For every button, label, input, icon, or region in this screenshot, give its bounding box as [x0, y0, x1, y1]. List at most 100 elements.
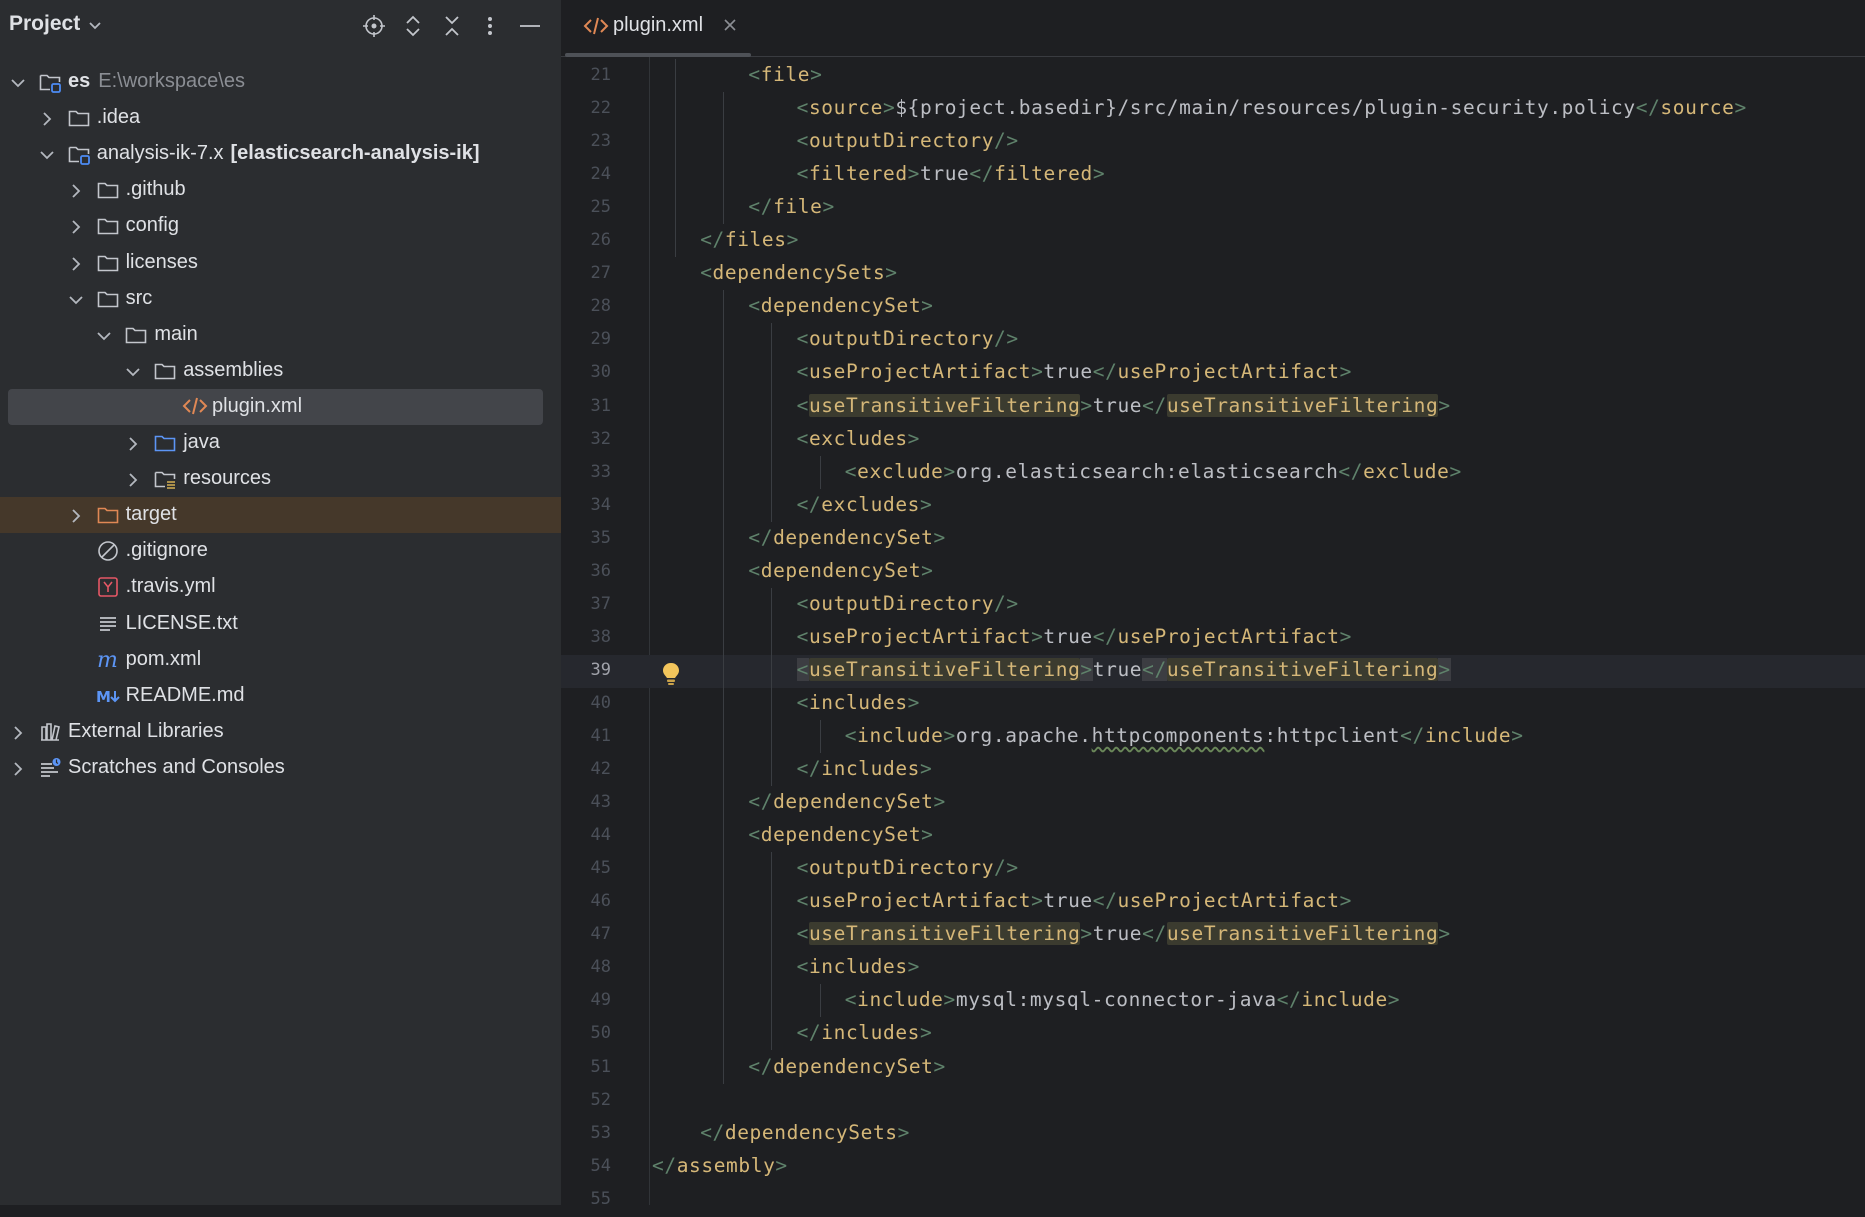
code-line[interactable]: 49 <include>mysql:mysql-connector-java</i…: [561, 985, 1865, 1018]
chevron-right-icon[interactable]: [10, 760, 26, 776]
code-line[interactable]: 39 <useTransitiveFiltering>true</useTrans…: [561, 654, 1865, 688]
code-line[interactable]: 30 <useProjectArtifact>true</useProjectAr…: [561, 357, 1865, 390]
tree-item-resources[interactable]: resources: [0, 461, 561, 497]
code-token: useProjectArtifact: [1117, 624, 1340, 648]
expand-all-icon[interactable]: [399, 12, 427, 40]
code-token: >: [1339, 624, 1352, 648]
code-line[interactable]: 37 <outputDirectory/>: [561, 589, 1865, 622]
tree-item-pom-xml[interactable]: m pom.xml: [0, 642, 561, 678]
code-line[interactable]: 21 <file>: [561, 60, 1865, 93]
line-number: 53: [590, 1122, 611, 1143]
chevron-down-icon[interactable]: [10, 74, 26, 90]
tree-item-src[interactable]: src: [0, 281, 561, 317]
chevron-right-icon[interactable]: [125, 435, 141, 451]
tree-item-java[interactable]: java: [0, 425, 561, 461]
chevron-right-icon[interactable]: [68, 507, 84, 523]
tree-item-idea[interactable]: .idea: [0, 100, 561, 136]
tree-item-target[interactable]: target: [0, 497, 561, 534]
chevron-right-icon[interactable]: [68, 255, 84, 271]
tree-item-name: .gitignore: [125, 539, 208, 562]
code-line[interactable]: 25 </file>: [561, 192, 1865, 225]
code-line[interactable]: 31 <useTransitiveFiltering>true</useTrans…: [561, 391, 1865, 424]
code-line[interactable]: 33 <exclude>org.elasticsearch:elasticsear…: [561, 457, 1865, 490]
chevron-right-icon[interactable]: [68, 218, 84, 235]
code-line[interactable]: 52: [561, 1085, 1865, 1118]
chevron-down-icon[interactable]: [68, 291, 84, 307]
code-token: <: [796, 426, 809, 450]
tree-item-scratches-and-consoles[interactable]: Scratches and Consoles: [0, 750, 561, 786]
chevron-down-icon[interactable]: [125, 363, 141, 379]
tree-item-gitignore[interactable]: .gitignore: [0, 533, 561, 569]
code-token: useTransitiveFiltering: [1166, 922, 1439, 946]
code-line[interactable]: 48 <includes>: [561, 952, 1865, 985]
code-line[interactable]: 50 </includes>: [561, 1018, 1865, 1051]
tree-item-travis-yml[interactable]: .travis.yml: [0, 569, 561, 605]
code-line[interactable]: 22 <source>${project.basedir}/src/main/re…: [561, 93, 1865, 126]
code-line[interactable]: 27 <dependencySets>: [561, 258, 1865, 291]
tree-item-main[interactable]: main: [0, 317, 561, 353]
code-text: <dependencySet>: [748, 823, 933, 846]
code-token: includes: [808, 690, 908, 714]
tree-item-plugin-xml[interactable]: plugin.xml: [0, 388, 561, 425]
scratches-icon: [38, 756, 62, 780]
code-token: </: [1635, 96, 1661, 120]
code-line[interactable]: 46 <useProjectArtifact>true</useProjectAr…: [561, 886, 1865, 919]
code-line[interactable]: 24 <filtered>true</filtered>: [561, 159, 1865, 192]
tree-item-assemblies[interactable]: assemblies: [0, 353, 561, 389]
code-line[interactable]: 40 <includes>: [561, 688, 1865, 721]
more-options-icon[interactable]: [476, 12, 504, 40]
code-token: >: [1438, 393, 1451, 417]
tree-item-label: java: [183, 431, 220, 454]
code-line[interactable]: 41 <include>org.apache.httpcomponents:htt…: [561, 721, 1865, 754]
code-token: outputDirectory: [808, 327, 995, 351]
code-line[interactable]: 54 </assembly>: [561, 1151, 1865, 1184]
code-token: </: [1092, 360, 1118, 384]
code-line[interactable]: 32 <excludes>: [561, 424, 1865, 457]
code-line[interactable]: 38 <useProjectArtifact>true</useProjectAr…: [561, 622, 1865, 655]
intention-bulb-icon[interactable]: [661, 661, 681, 692]
code-line[interactable]: 28 <dependencySet>: [561, 291, 1865, 324]
chevron-right-icon[interactable]: [39, 110, 55, 126]
hide-panel-icon[interactable]: [516, 12, 544, 40]
chevron-right-icon[interactable]: [10, 724, 26, 740]
tree-item-es[interactable]: es E:\workspace\es: [0, 64, 561, 100]
code-line[interactable]: 53 </dependencySets>: [561, 1118, 1865, 1151]
code-line[interactable]: 44 <dependencySet>: [561, 820, 1865, 853]
chevron-down-icon[interactable]: [96, 327, 112, 343]
tree-item-config[interactable]: config: [0, 208, 561, 244]
editor-tab-plugin-xml[interactable]: plugin.xml: [563, 0, 753, 57]
code-line[interactable]: 42 </includes>: [561, 754, 1865, 787]
code-line[interactable]: 29 <outputDirectory/>: [561, 324, 1865, 357]
tree-item-license-txt[interactable]: LICENSE.txt: [0, 606, 561, 642]
code-line[interactable]: 47 <useTransitiveFiltering>true</useTrans…: [561, 919, 1865, 952]
chevron-right-icon[interactable]: [125, 471, 141, 487]
code-line[interactable]: 35 </dependencySet>: [561, 523, 1865, 556]
chevron-down-icon[interactable]: [39, 146, 55, 162]
collapse-all-icon[interactable]: [438, 12, 466, 40]
code-line[interactable]: 51 </dependencySet>: [561, 1052, 1865, 1085]
close-icon[interactable]: [722, 17, 738, 38]
tree-item-name: .travis.yml: [125, 575, 216, 598]
tree-item-name: pom.xml: [125, 647, 202, 670]
code-line[interactable]: 26 </files>: [561, 225, 1865, 258]
project-view-selector[interactable]: Project: [9, 12, 80, 36]
code-line[interactable]: 43 </dependencySet>: [561, 787, 1865, 820]
indent-guide: [819, 984, 821, 1018]
tree-item-licenses[interactable]: licenses: [0, 245, 561, 281]
tree-item-readme-md[interactable]: M README.md: [0, 678, 561, 714]
chevron-right-icon[interactable]: [68, 182, 84, 198]
editor-tab-bar: plugin.xml: [561, 0, 1865, 57]
tree-item-github[interactable]: .github: [0, 172, 561, 208]
code-token: exclude: [1363, 459, 1450, 483]
code-line[interactable]: 36 <dependencySet>: [561, 556, 1865, 589]
tree-item-name: licenses: [125, 250, 198, 273]
code-line[interactable]: 23 <outputDirectory/>: [561, 126, 1865, 159]
chevron-down-icon[interactable]: [88, 18, 102, 36]
locate-file-icon[interactable]: [360, 12, 388, 40]
tree-item-external-libraries[interactable]: External Libraries: [0, 714, 561, 750]
tree-item-analysis-ik-7-x[interactable]: analysis-ik-7.x [elasticsearch-analysis-i…: [0, 136, 561, 172]
code-line[interactable]: 34 </excludes>: [561, 490, 1865, 523]
code-line[interactable]: 55: [561, 1184, 1865, 1217]
code-token: >: [907, 690, 921, 714]
code-line[interactable]: 45 <outputDirectory/>: [561, 853, 1865, 886]
